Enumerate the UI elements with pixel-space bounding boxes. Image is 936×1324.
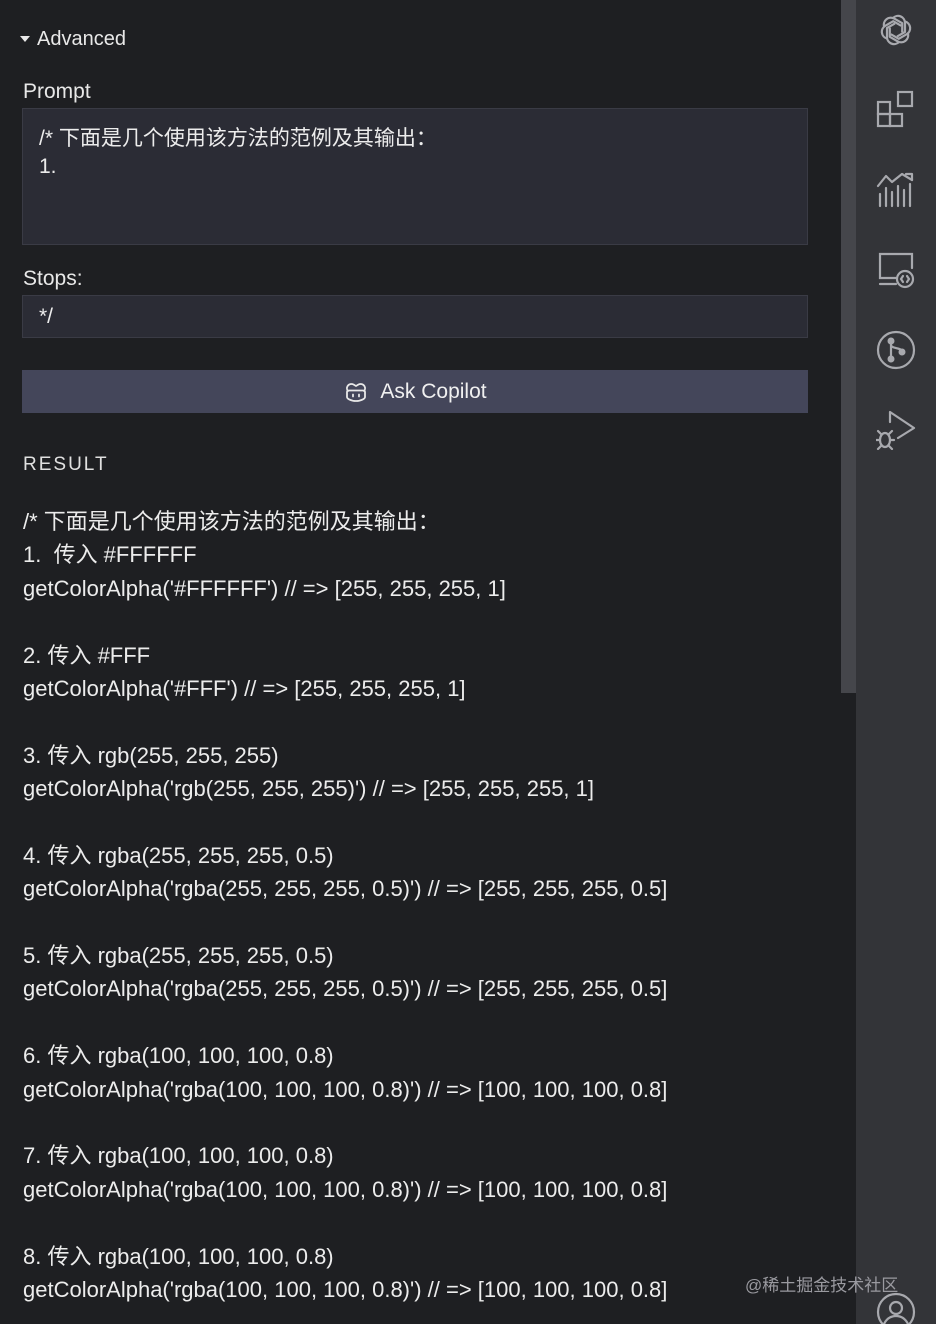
result-line: getColorAlpha('rgba(255, 255, 255, 0.5)'… xyxy=(23,876,668,902)
run-debug-icon[interactable] xyxy=(876,410,916,450)
result-blank-line xyxy=(23,806,823,839)
result-output: /* 下面是几个使用该方法的范例及其输出： 1. 传入 #FFFFFF getCol… xyxy=(23,505,823,1306)
ask-copilot-button[interactable]: Ask Copilot xyxy=(22,370,808,413)
prompt-textarea[interactable]: /* 下面是几个使用该方法的范例及其输出： 1. xyxy=(22,108,808,245)
result-blank-line xyxy=(23,1106,823,1139)
stops-label: Stops: xyxy=(23,267,83,290)
result-line: 1. 传入 #FFFFFF xyxy=(23,542,197,568)
result-blank-line xyxy=(23,605,823,638)
source-control-icon[interactable] xyxy=(876,330,916,370)
account-icon[interactable] xyxy=(876,1292,916,1324)
watermark: @稀土掘金技术社区 xyxy=(745,1276,899,1295)
prompt-label: Prompt xyxy=(23,80,91,103)
remote-explorer-icon[interactable] xyxy=(876,250,916,290)
result-blank-line xyxy=(23,906,823,939)
result-line: getColorAlpha('rgba(100, 100, 100, 0.8)'… xyxy=(23,1076,668,1102)
result-line: getColorAlpha('rgb(255, 255, 255)') // =… xyxy=(23,776,595,802)
result-line: 3. 传入 rgb(255, 255, 255) xyxy=(23,742,279,768)
result-line: getColorAlpha('rgba(255, 255, 255, 0.5)'… xyxy=(23,976,668,1002)
copilot-icon xyxy=(343,379,369,405)
result-line: getColorAlpha('rgba(100, 100, 100, 0.8)'… xyxy=(23,1276,668,1302)
ask-copilot-label: Ask Copilot xyxy=(380,379,487,403)
caret-down-icon xyxy=(20,36,30,42)
result-blank-line xyxy=(23,1006,823,1039)
result-line: getColorAlpha('#FFFFFF') // => [255, 255… xyxy=(23,575,506,601)
result-line: 7. 传入 rgba(100, 100, 100, 0.8) xyxy=(23,1143,334,1169)
extensions-icon[interactable] xyxy=(876,90,916,130)
activity-bar xyxy=(856,0,936,1324)
result-line: 2. 传入 #FFF xyxy=(23,642,151,668)
result-line: /* 下面是几个使用该方法的范例及其输出： xyxy=(23,509,440,534)
result-line: getColorAlpha('#FFF') // => [255, 255, 2… xyxy=(23,675,466,701)
result-line: 8. 传入 rgba(100, 100, 100, 0.8) xyxy=(23,1243,334,1269)
result-line: 6. 传入 rgba(100, 100, 100, 0.8) xyxy=(23,1043,334,1069)
analytics-icon[interactable] xyxy=(876,170,916,210)
result-heading: RESULT xyxy=(23,454,109,475)
result-blank-line xyxy=(23,1206,823,1239)
result-line: 4. 传入 rgba(255, 255, 255, 0.5) xyxy=(23,842,334,868)
result-line: getColorAlpha('rgba(100, 100, 100, 0.8)'… xyxy=(23,1176,668,1202)
result-line: 5. 传入 rgba(255, 255, 255, 0.5) xyxy=(23,943,334,969)
openai-icon[interactable] xyxy=(876,10,916,50)
result-blank-line xyxy=(23,705,823,738)
scrollbar-thumb[interactable] xyxy=(841,0,856,693)
copilot-panel: Advanced Prompt /* 下面是几个使用该方法的范例及其输出： 1.… xyxy=(0,0,841,1324)
advanced-toggle[interactable]: Advanced xyxy=(18,26,126,52)
stops-input[interactable]: */ xyxy=(22,295,808,338)
advanced-toggle-label: Advanced xyxy=(37,27,126,50)
